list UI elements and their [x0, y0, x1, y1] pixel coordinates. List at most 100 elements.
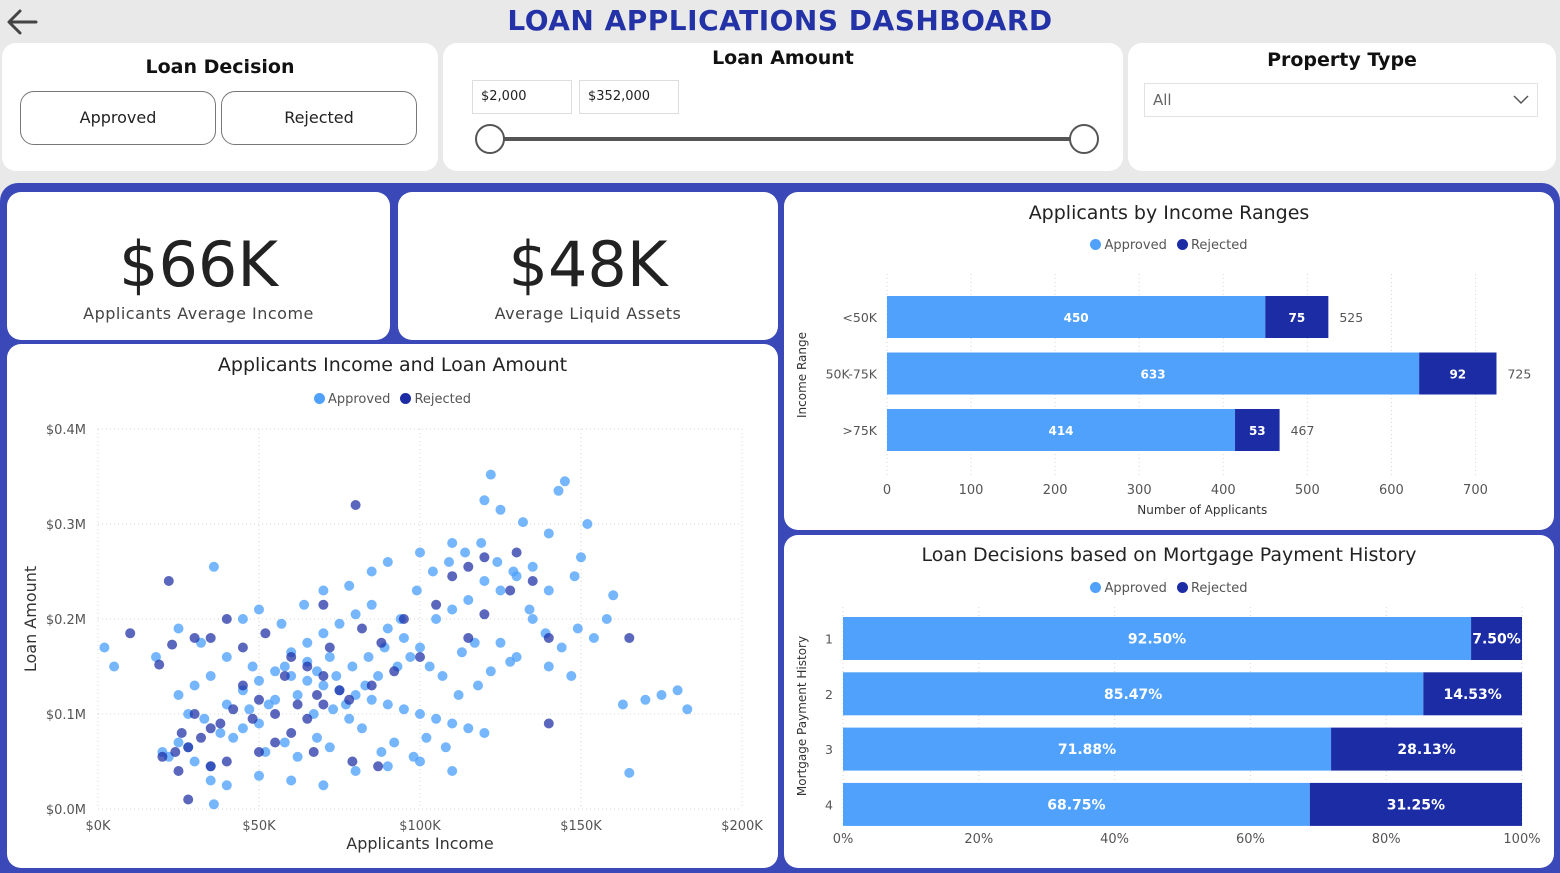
scatter-point-approved	[672, 685, 683, 696]
x-axis-title: Number of Applicants	[1137, 503, 1267, 517]
loan-decision-slicer: Loan Decision Approved Rejected	[2, 43, 438, 171]
y-axis-title: Mortgage Payment History	[795, 636, 809, 796]
category-label: 2	[825, 687, 833, 702]
loan-amount-max-input[interactable]: $352,000	[579, 80, 679, 114]
scatter-point-approved	[415, 642, 425, 653]
scatter-point-approved	[460, 547, 471, 558]
x-tick-label: 40%	[1100, 832, 1129, 847]
scatter-point-approved	[476, 538, 487, 548]
range-slider-max-handle[interactable]	[1069, 124, 1099, 154]
range-slider-track[interactable]	[490, 137, 1084, 141]
scatter-point-approved	[485, 666, 496, 677]
scatter-point-approved	[173, 623, 184, 634]
data-label: 85.47%	[1104, 687, 1162, 703]
scatter-point-approved	[431, 713, 442, 724]
scatter-point-approved	[508, 566, 519, 577]
x-tick-label: $200K	[721, 819, 763, 834]
scatter-point-rejected	[447, 571, 458, 582]
range-slider-min-handle[interactable]	[475, 124, 505, 154]
scatter-point-approved	[398, 704, 409, 715]
scatter-point-approved	[463, 723, 474, 734]
approved-button[interactable]: Approved	[20, 91, 216, 145]
scatter-point-rejected	[254, 694, 264, 705]
loan-decision-title: Loan Decision	[145, 56, 295, 78]
scatter-point-approved	[279, 737, 290, 748]
y-tick-label: $0.3M	[46, 518, 86, 533]
scatter-point-rejected	[183, 742, 194, 753]
mortgage-bar-chart: 0% 20% 40% 60% 80% 100% Mortgage Payment Histo…	[795, 607, 1541, 847]
scatter-point-rejected	[205, 633, 216, 643]
scatter-point-rejected	[237, 642, 248, 653]
scatter-point-approved	[640, 694, 651, 705]
scatter-point-approved	[543, 528, 554, 539]
rejected-button[interactable]: Rejected	[221, 91, 417, 145]
scatter-point-approved	[527, 561, 538, 572]
scatter-point-approved	[328, 704, 339, 715]
x-axis-title: Applicants Income	[346, 834, 493, 853]
scatter-point-approved	[189, 756, 200, 767]
scatter-point-approved	[453, 690, 464, 700]
scatter-point-approved	[302, 637, 313, 648]
scatter-point-rejected	[189, 709, 200, 719]
property-type-dropdown[interactable]: All	[1144, 83, 1538, 117]
scatter-point-approved	[576, 552, 586, 563]
loan-amount-title: Loan Amount	[712, 47, 854, 69]
data-label: 450	[1064, 311, 1089, 325]
chevron-down-icon	[1513, 95, 1529, 105]
scatter-point-approved	[479, 728, 490, 738]
data-label: 28.13%	[1397, 742, 1455, 758]
scatter-point-rejected	[270, 709, 281, 719]
scatter-point-rejected	[324, 642, 335, 653]
scatter-point-approved	[682, 704, 693, 715]
kpi-value-assets: $48K	[508, 228, 668, 301]
category-label: 4	[825, 797, 833, 812]
scatter-point-approved	[437, 671, 448, 681]
scatter-point-approved	[559, 476, 570, 487]
x-tick-label: 500	[1295, 483, 1320, 498]
scatter-point-approved	[324, 652, 335, 662]
scatter-point-rejected	[318, 599, 329, 610]
total-label: 467	[1291, 423, 1315, 438]
scatter-point-rejected	[344, 694, 355, 705]
y-axis-title: Income Range	[795, 332, 809, 418]
scatter-point-approved	[447, 538, 458, 548]
scatter-point-rejected	[479, 552, 490, 563]
scatter-point-rejected	[205, 723, 216, 734]
scatter-point-rejected	[221, 756, 232, 767]
scatter-point-rejected	[302, 713, 313, 724]
data-label: 92.50%	[1128, 632, 1186, 648]
scatter-point-rejected	[376, 637, 387, 648]
property-type-title: Property Type	[1267, 49, 1417, 71]
scatter-point-rejected	[279, 671, 290, 681]
scatter-point-approved	[424, 661, 435, 672]
x-tick-label: 100	[959, 483, 984, 498]
x-tick-label: 20%	[964, 832, 993, 847]
loan-amount-min-input[interactable]: $2,000	[472, 80, 572, 114]
data-label: 68.75%	[1047, 797, 1105, 813]
scatter-point-approved	[405, 652, 416, 662]
scatter-point-approved	[324, 742, 335, 753]
scatter-point-approved	[173, 737, 184, 748]
scatter-point-rejected	[479, 609, 490, 620]
scatter-point-rejected	[247, 713, 258, 724]
scatter-point-rejected	[286, 652, 297, 662]
scatter-point-approved	[479, 576, 490, 586]
scatter-point-approved	[382, 623, 393, 634]
category-label: <50K	[842, 310, 877, 325]
scatter-point-approved	[318, 628, 329, 639]
scatter-point-rejected	[347, 756, 358, 767]
scatter-point-rejected	[221, 614, 232, 624]
scatter-point-approved	[569, 571, 580, 582]
scatter-point-approved	[656, 690, 667, 700]
scatter-point-rejected	[237, 680, 248, 691]
scatter-point-rejected	[215, 718, 226, 729]
scatter-point-approved	[495, 637, 506, 648]
page-title: LOAN APPLICATIONS DASHBOARD	[507, 4, 1053, 37]
x-tick-label: $150K	[560, 819, 602, 834]
scatter-point-approved	[485, 469, 496, 480]
x-tick-label: 0%	[833, 832, 854, 847]
scatter-point-rejected	[292, 699, 303, 710]
scatter-point-approved	[99, 642, 110, 653]
scatter-point-approved	[199, 713, 210, 724]
scatter-chart-card: Applicants Income and Loan Amount Approv…	[7, 344, 778, 868]
